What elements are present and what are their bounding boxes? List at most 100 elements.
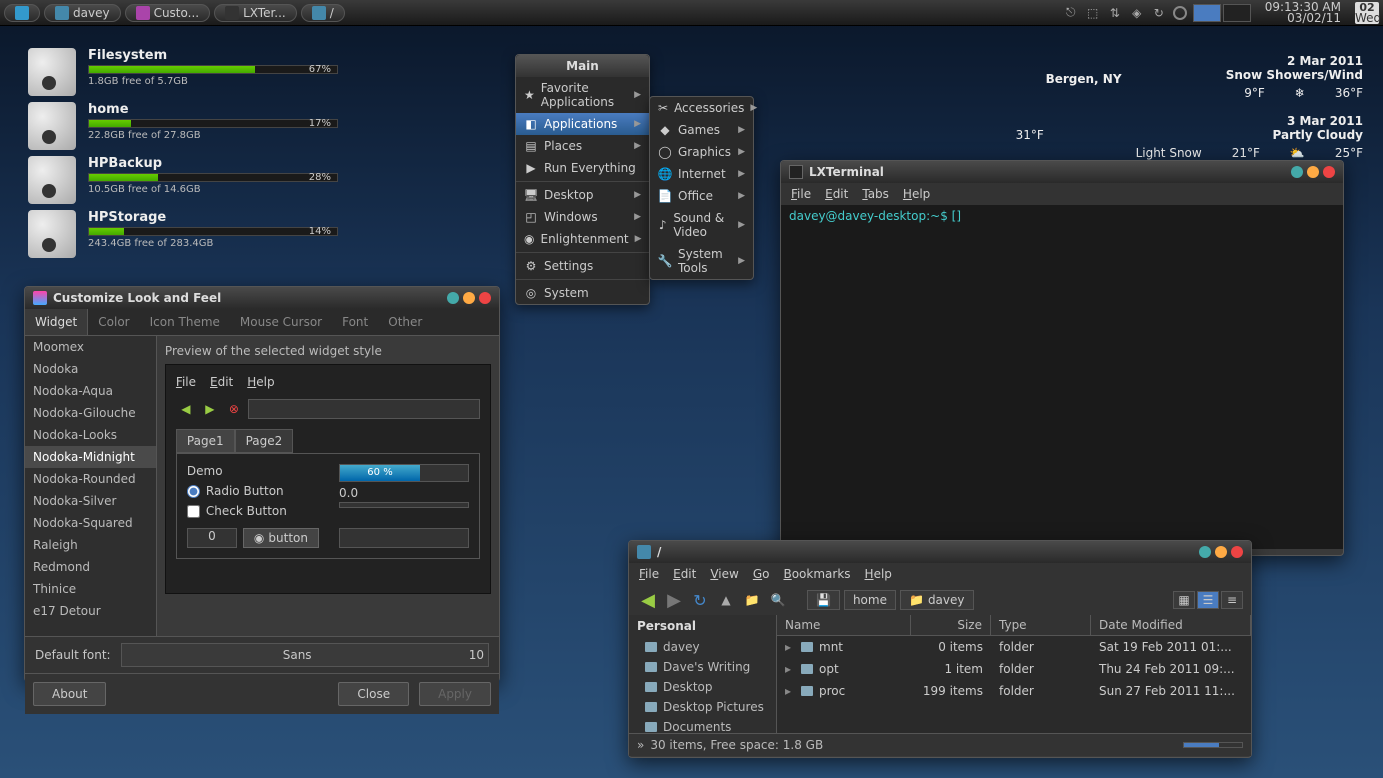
menu-bookmarks[interactable]: Bookmarks <box>783 567 850 581</box>
calendar-widget[interactable]: 02 Wed <box>1355 2 1379 24</box>
radio-button[interactable]: Radio Button <box>187 484 319 498</box>
theme-item[interactable]: Moomex <box>25 336 156 358</box>
theme-list[interactable]: Moomex Nodoka Nodoka-Aqua Nodoka-Gilouch… <box>25 336 157 636</box>
taskbar-item-filemanager[interactable]: / <box>301 4 345 22</box>
about-button[interactable]: About <box>33 682 106 706</box>
theme-item-selected[interactable]: Nodoka-Midnight <box>25 446 156 468</box>
dropbox-icon[interactable]: ⬚ <box>1085 5 1101 21</box>
view-list-button[interactable]: ☰ <box>1197 591 1219 609</box>
breadcrumb-home[interactable]: home <box>844 590 896 610</box>
up-button[interactable]: ▲ <box>715 589 737 611</box>
font-button[interactable]: Sans10 <box>121 643 489 667</box>
close-button[interactable] <box>1323 166 1335 178</box>
theme-item[interactable]: Nodoka-Rounded <box>25 468 156 490</box>
minimize-button[interactable] <box>1199 546 1211 558</box>
breadcrumb-root[interactable]: 💾 <box>807 590 840 610</box>
pv-button[interactable]: ◉button <box>243 528 319 548</box>
menu-places[interactable]: ▤Places▶ <box>516 135 649 157</box>
menu-windows[interactable]: ◰Windows▶ <box>516 206 649 228</box>
theme-item[interactable]: Redmond <box>25 556 156 578</box>
tab-icon-theme[interactable]: Icon Theme <box>140 309 230 335</box>
expand-icon[interactable]: ▸ <box>785 640 795 654</box>
menu-edit[interactable]: Edit <box>825 187 848 201</box>
search-button[interactable]: 🔍 <box>767 589 789 611</box>
maximize-button[interactable] <box>463 292 475 304</box>
submenu-accessories[interactable]: ✂Accessories▶ <box>650 97 753 119</box>
theme-item[interactable]: Nodoka <box>25 358 156 380</box>
power-icon[interactable] <box>1173 6 1187 20</box>
sync-icon[interactable]: ↻ <box>1151 5 1167 21</box>
network-icon[interactable]: ⇅ <box>1107 5 1123 21</box>
menu-go[interactable]: Go <box>753 567 770 581</box>
submenu-games[interactable]: ◆Games▶ <box>650 119 753 141</box>
expand-icon[interactable]: ▸ <box>785 662 795 676</box>
maximize-button[interactable] <box>1215 546 1227 558</box>
tab-mouse-cursor[interactable]: Mouse Cursor <box>230 309 332 335</box>
terminal-body[interactable]: davey@davey-desktop:~$ [] <box>781 205 1343 549</box>
tab-widget[interactable]: Widget <box>25 309 88 335</box>
menu-file[interactable]: File <box>791 187 811 201</box>
start-button[interactable] <box>4 4 40 22</box>
wifi-icon[interactable]: ◈ <box>1129 5 1145 21</box>
breadcrumb-davey[interactable]: 📁davey <box>900 590 974 610</box>
tray-icon[interactable]: ⎋ <box>1063 5 1079 21</box>
submenu-graphics[interactable]: ◯Graphics▶ <box>650 141 753 163</box>
slider[interactable] <box>339 502 469 508</box>
combo-box[interactable] <box>339 528 469 548</box>
theme-item[interactable]: Nodoka-Gilouche <box>25 402 156 424</box>
file-row[interactable]: ▸opt 1 item folder Thu 24 Feb 2011 09:..… <box>777 658 1251 680</box>
titlebar[interactable]: LXTerminal <box>781 161 1343 183</box>
submenu-system-tools[interactable]: 🔧System Tools▶ <box>650 243 753 279</box>
menu-run[interactable]: ▶Run Everything <box>516 157 649 179</box>
view-icons-button[interactable]: ▦ <box>1173 591 1195 609</box>
pv-menu-file[interactable]: File <box>176 375 196 389</box>
submenu-sound-video[interactable]: ♪Sound & Video▶ <box>650 207 753 243</box>
menu-help[interactable]: Help <box>865 567 892 581</box>
new-folder-button[interactable]: 📁 <box>741 589 763 611</box>
col-date[interactable]: Date Modified <box>1091 615 1251 635</box>
spin-button[interactable]: 0 <box>187 528 237 548</box>
col-type[interactable]: Type <box>991 615 1091 635</box>
minimize-button[interactable] <box>447 292 459 304</box>
col-size[interactable]: Size <box>911 615 991 635</box>
taskbar-item-customize[interactable]: Custo... <box>125 4 211 22</box>
theme-item[interactable]: e17 Detour <box>25 600 156 622</box>
zoom-slider[interactable] <box>1183 742 1243 748</box>
theme-item[interactable]: Nodoka-Squared <box>25 512 156 534</box>
back-button[interactable]: ◀ <box>637 589 659 611</box>
menu-tabs[interactable]: Tabs <box>862 187 889 201</box>
sidebar-item[interactable]: davey <box>629 637 776 657</box>
pager-desktop-2[interactable] <box>1223 4 1251 22</box>
check-button[interactable]: Check Button <box>187 504 319 518</box>
minimize-button[interactable] <box>1291 166 1303 178</box>
stop-icon[interactable]: ⊗ <box>224 399 244 419</box>
theme-item[interactable]: Nodoka-Silver <box>25 490 156 512</box>
pv-menu-help[interactable]: Help <box>247 375 274 389</box>
menu-settings[interactable]: ⚙Settings <box>516 255 649 277</box>
clock[interactable]: 09:13:30 AM 03/02/11 <box>1265 2 1341 24</box>
pv-tab-page2[interactable]: Page2 <box>235 429 294 453</box>
maximize-button[interactable] <box>1307 166 1319 178</box>
menu-desktop[interactable]: 🖥Desktop▶ <box>516 184 649 206</box>
reload-button[interactable]: ↻ <box>689 589 711 611</box>
menu-edit[interactable]: Edit <box>673 567 696 581</box>
pv-tab-page1[interactable]: Page1 <box>176 429 235 453</box>
menu-file[interactable]: File <box>639 567 659 581</box>
taskbar-item-lxterminal[interactable]: LXTer... <box>214 4 297 22</box>
theme-item[interactable]: Raleigh <box>25 534 156 556</box>
close-button[interactable]: Close <box>338 682 409 706</box>
tab-other[interactable]: Other <box>378 309 432 335</box>
forward-button[interactable]: ▶ <box>663 589 685 611</box>
submenu-office[interactable]: 📄Office▶ <box>650 185 753 207</box>
col-name[interactable]: Name <box>777 615 911 635</box>
expand-all-icon[interactable]: » <box>637 738 644 752</box>
back-icon[interactable]: ◀ <box>176 399 196 419</box>
taskbar-item-davey[interactable]: davey <box>44 4 121 22</box>
expand-icon[interactable]: ▸ <box>785 684 795 698</box>
forward-icon[interactable]: ▶ <box>200 399 220 419</box>
sidebar-item[interactable]: Dave's Writing <box>629 657 776 677</box>
menu-applications[interactable]: ◧Applications▶ <box>516 113 649 135</box>
menu-favorite-apps[interactable]: ★Favorite Applications▶ <box>516 77 649 113</box>
tab-color[interactable]: Color <box>88 309 139 335</box>
submenu-internet[interactable]: 🌐Internet▶ <box>650 163 753 185</box>
